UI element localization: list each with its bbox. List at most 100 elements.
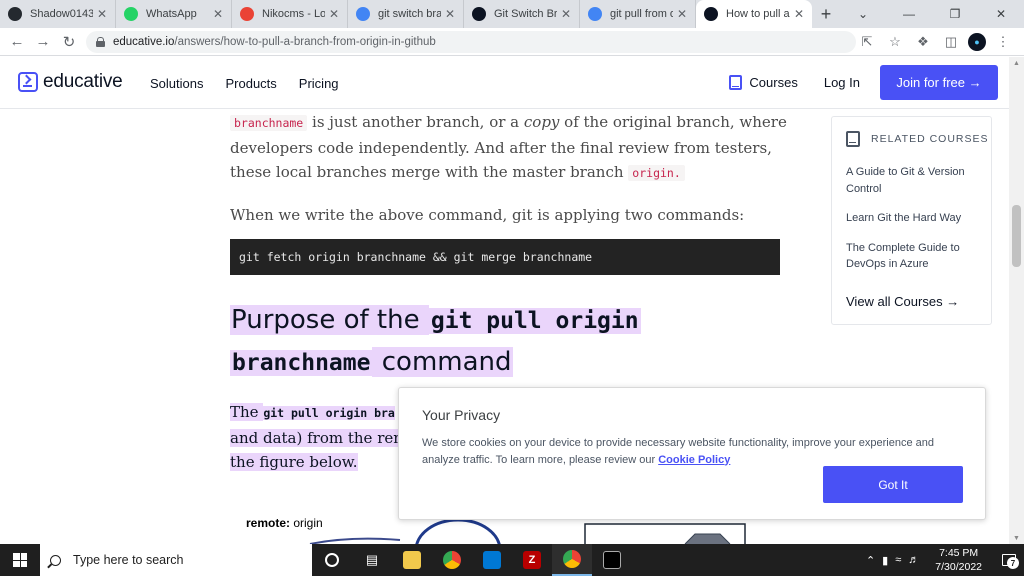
clock-date: 7/30/2022 xyxy=(935,561,982,573)
tab-title: git switch bran xyxy=(378,8,441,20)
nav-products[interactable]: Products xyxy=(225,76,276,91)
paragraph-branch-explanation: branchname is just another branch, or a … xyxy=(230,110,790,186)
view-all-courses-link[interactable]: View all Courses → xyxy=(846,294,959,309)
section-heading: Purpose of the git pull origin branchnam… xyxy=(230,300,690,384)
window-controls: ⌄ — ❐ ✕ xyxy=(840,0,1024,28)
chrome-profile-icon[interactable] xyxy=(552,544,592,576)
reload-button[interactable]: ↻ xyxy=(56,29,82,55)
close-tab-icon[interactable]: ✕ xyxy=(97,7,107,21)
code-block: git fetch origin branchname && git merge… xyxy=(230,239,780,275)
terminal-icon[interactable] xyxy=(592,544,632,576)
educative-icon xyxy=(704,7,718,21)
share-icon[interactable]: ⇱ xyxy=(856,31,878,53)
windows-logo-icon xyxy=(13,553,27,567)
start-button[interactable] xyxy=(0,544,40,576)
got-it-button[interactable]: Got It xyxy=(823,466,963,503)
atlassian-icon xyxy=(472,7,486,21)
browser-tab[interactable]: Nikocms - Log ✕ xyxy=(232,0,348,28)
cortana-icon[interactable] xyxy=(312,544,352,576)
minimize-button[interactable]: — xyxy=(886,0,932,28)
side-panel-icon[interactable]: ◫ xyxy=(940,31,962,53)
educative-logo-icon xyxy=(18,72,38,92)
browser-tab[interactable]: Shadow0143/f ✕ xyxy=(0,0,116,28)
menu-kebab-icon[interactable]: ⋮ xyxy=(992,31,1014,53)
heading-line: Purpose of the git pull origin xyxy=(230,300,690,342)
inline-code-highlight: git pull origin bra xyxy=(263,406,395,420)
tab-title: Nikocms - Log xyxy=(262,8,325,20)
close-tab-icon[interactable]: ✕ xyxy=(213,7,223,21)
courses-label: Courses xyxy=(749,75,798,90)
tab-title: How to pull a b xyxy=(726,8,790,20)
educative-logo[interactable]: educative xyxy=(18,71,123,93)
highlighted-text: The xyxy=(230,403,264,421)
related-course-link[interactable]: The Complete Guide to DevOps in Azure xyxy=(846,240,986,273)
battery-icon[interactable]: ▮ xyxy=(882,554,888,567)
close-tab-icon[interactable]: ✕ xyxy=(561,7,571,21)
close-tab-icon[interactable]: ✕ xyxy=(794,7,804,21)
filezilla-icon[interactable]: Z xyxy=(512,544,552,576)
heading-line: branchname command xyxy=(230,342,690,384)
vscode-icon[interactable] xyxy=(472,544,512,576)
chrome-icon[interactable] xyxy=(432,544,472,576)
browser-toolbar: ← → ↻ educative.io/answers/how-to-pull-a… xyxy=(0,28,1024,56)
scroll-down-arrow-icon[interactable]: ▼ xyxy=(1009,532,1024,544)
login-link[interactable]: Log In xyxy=(824,75,860,90)
header-actions: Courses Log In Join for free → xyxy=(729,65,998,100)
cookie-policy-link[interactable]: Cookie Policy xyxy=(658,454,730,466)
page-scrollbar[interactable]: ▲ ▼ xyxy=(1009,57,1024,544)
browser-tab[interactable]: WhatsApp ✕ xyxy=(116,0,232,28)
toolbar-icons: ⇱ ☆ ❖ ◫ ● ⋮ xyxy=(856,31,1014,53)
clock[interactable]: 7:45 PM 7/30/2022 xyxy=(935,546,982,574)
notification-center-icon[interactable]: 7 xyxy=(994,544,1024,576)
figure-remote-label: remote: origin xyxy=(246,516,323,530)
related-courses-card: RELATED COURSES A Guide to Git & Version… xyxy=(831,116,992,325)
tab-title: git pull from o xyxy=(610,8,673,20)
close-tab-icon[interactable]: ✕ xyxy=(677,7,687,21)
file-explorer-icon[interactable] xyxy=(392,544,432,576)
paragraph-two-commands: When we write the above command, git is … xyxy=(230,205,745,224)
extensions-icon[interactable]: ❖ xyxy=(912,31,934,53)
bookmark-star-icon[interactable]: ☆ xyxy=(884,31,906,53)
taskbar-search[interactable]: Type here to search xyxy=(40,544,312,576)
book-icon xyxy=(846,131,860,147)
close-tab-icon[interactable]: ✕ xyxy=(329,7,339,21)
new-tab-button[interactable]: + xyxy=(812,0,840,28)
whatsapp-icon xyxy=(124,7,138,21)
logo-text: educative xyxy=(43,71,123,92)
close-window-button[interactable]: ✕ xyxy=(978,0,1024,28)
address-bar[interactable]: educative.io/answers/how-to-pull-a-branc… xyxy=(86,31,856,53)
chevron-up-icon[interactable]: ⌃ xyxy=(866,554,875,567)
task-view-icon[interactable]: ▤ xyxy=(352,544,392,576)
related-course-link[interactable]: A Guide to Git & Version Control xyxy=(846,164,986,197)
heading-code: branchname xyxy=(230,350,373,376)
courses-link[interactable]: Courses xyxy=(729,75,798,90)
privacy-dialog: Your Privacy We store cookies on your de… xyxy=(398,387,986,520)
restore-button[interactable]: ❐ xyxy=(932,0,978,28)
scroll-up-arrow-icon[interactable]: ▲ xyxy=(1009,57,1024,69)
browser-tab[interactable]: git switch bran ✕ xyxy=(348,0,464,28)
forward-button[interactable]: → xyxy=(30,29,56,55)
wifi-icon[interactable]: ≈ xyxy=(895,554,901,567)
tab-list: Shadow0143/f✕WhatsApp✕Nikocms - Log✕git … xyxy=(0,0,812,28)
browser-tab[interactable]: Git Switch Bran ✕ xyxy=(464,0,580,28)
clock-time: 7:45 PM xyxy=(939,547,979,559)
tab-search-icon[interactable]: ⌄ xyxy=(840,0,886,28)
nav-solutions[interactable]: Solutions xyxy=(150,76,203,91)
privacy-text: We store cookies on your device to provi… xyxy=(422,437,934,466)
browser-tab[interactable]: How to pull a b ✕ xyxy=(696,0,812,28)
tab-title: Shadow0143/f xyxy=(30,8,93,20)
profile-avatar[interactable]: ● xyxy=(968,33,986,51)
close-tab-icon[interactable]: ✕ xyxy=(445,7,455,21)
volume-icon[interactable]: ♬ xyxy=(908,554,919,567)
related-course-link[interactable]: Learn Git the Hard Way xyxy=(846,210,986,227)
browser-tab[interactable]: git pull from o ✕ xyxy=(580,0,696,28)
scroll-thumb[interactable] xyxy=(1012,205,1021,267)
google-icon xyxy=(588,7,602,21)
back-button[interactable]: ← xyxy=(4,29,30,55)
gmail-icon xyxy=(240,7,254,21)
site-header: educative Solutions Products Pricing Cou… xyxy=(0,57,1024,109)
lock-icon xyxy=(96,37,105,47)
tray-icons: ⌃ ▮ ≈ ♬ xyxy=(866,554,919,567)
join-for-free-button[interactable]: Join for free → xyxy=(880,65,998,100)
nav-pricing[interactable]: Pricing xyxy=(299,76,339,91)
